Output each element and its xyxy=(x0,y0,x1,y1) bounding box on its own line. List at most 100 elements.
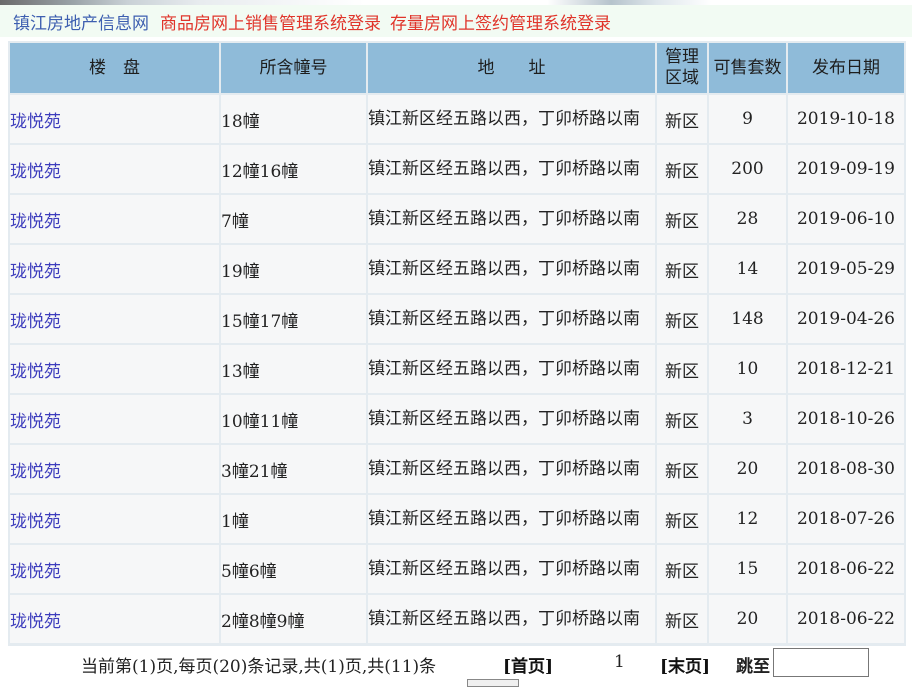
available-units: 9 xyxy=(709,95,786,143)
listing-name-cell: 珑悦苑 xyxy=(10,295,219,343)
available-units: 12 xyxy=(709,495,786,543)
publish-date: 2019-05-29 xyxy=(788,245,904,293)
listing-name-cell: 珑悦苑 xyxy=(10,345,219,393)
publish-date: 2019-04-26 xyxy=(788,295,904,343)
available-units: 10 xyxy=(709,345,786,393)
available-units: 148 xyxy=(709,295,786,343)
listing-name-link[interactable]: 珑悦苑 xyxy=(10,162,61,182)
pager: 当前第(1)页,每页(20)条记录,共(1)页,共(11)条 [首页] 1 [末… xyxy=(0,648,912,678)
jump-go-button[interactable] xyxy=(467,679,519,687)
header-address: 地 址 xyxy=(368,43,655,93)
listing-name-cell: 珑悦苑 xyxy=(10,495,219,543)
jump-to-label: 跳至 xyxy=(736,657,770,677)
address: 镇江新区经五路以西，丁卯桥路以南 xyxy=(368,445,655,493)
available-units: 3 xyxy=(709,395,786,443)
publish-date: 2018-08-30 xyxy=(788,445,904,493)
header-buildings: 所含幢号 xyxy=(221,43,366,93)
building-numbers: 2幢8幢9幢 xyxy=(221,595,366,643)
table-row: 珑悦苑 13幢 镇江新区经五路以西，丁卯桥路以南 新区 10 2018-12-21 xyxy=(10,345,904,393)
address: 镇江新区经五路以西，丁卯桥路以南 xyxy=(368,245,655,293)
management-area: 新区 xyxy=(657,545,707,593)
address: 镇江新区经五路以西，丁卯桥路以南 xyxy=(368,195,655,243)
management-area: 新区 xyxy=(657,95,707,143)
header-area: 管理区域 xyxy=(657,43,707,93)
available-units: 200 xyxy=(709,145,786,193)
publish-date: 2019-09-19 xyxy=(788,145,904,193)
listing-name-link[interactable]: 珑悦苑 xyxy=(10,262,61,282)
building-numbers: 5幢6幢 xyxy=(221,545,366,593)
building-numbers: 13幢 xyxy=(221,345,366,393)
building-numbers: 15幢17幢 xyxy=(221,295,366,343)
management-area: 新区 xyxy=(657,295,707,343)
publish-date: 2018-10-26 xyxy=(788,395,904,443)
listing-name-cell: 珑悦苑 xyxy=(10,95,219,143)
header-available: 可售套数 xyxy=(709,43,786,93)
table-row: 珑悦苑 1幢 镇江新区经五路以西，丁卯桥路以南 新区 12 2018-07-26 xyxy=(10,495,904,543)
listing-name-link[interactable]: 珑悦苑 xyxy=(10,462,61,482)
site-home-link[interactable]: 镇江房地产信息网 xyxy=(13,9,149,34)
management-area: 新区 xyxy=(657,445,707,493)
first-page-link[interactable]: [首页] xyxy=(503,652,553,677)
table-row: 珑悦苑 5幢6幢 镇江新区经五路以西，丁卯桥路以南 新区 15 2018-06-22 xyxy=(10,545,904,593)
building-numbers: 1幢 xyxy=(221,495,366,543)
available-units: 15 xyxy=(709,545,786,593)
table-row: 珑悦苑 10幢11幢 镇江新区经五路以西，丁卯桥路以南 新区 3 2018-10-26 xyxy=(10,395,904,443)
building-numbers: 10幢11幢 xyxy=(221,395,366,443)
publish-date: 2018-12-21 xyxy=(788,345,904,393)
listing-name-link[interactable]: 珑悦苑 xyxy=(10,512,61,532)
management-area: 新区 xyxy=(657,595,707,643)
listing-name-link[interactable]: 珑悦苑 xyxy=(10,612,61,632)
listing-name-cell: 珑悦苑 xyxy=(10,545,219,593)
listing-name-link[interactable]: 珑悦苑 xyxy=(10,562,61,582)
listing-table: 楼 盘 所含幢号 地 址 管理区域 可售套数 发布日期 珑悦苑 18幢 镇江新区经五… xyxy=(8,41,906,645)
table-row: 珑悦苑 2幢8幢9幢 镇江新区经五路以西，丁卯桥路以南 新区 20 2018-06-22 xyxy=(10,595,904,643)
address: 镇江新区经五路以西，丁卯桥路以南 xyxy=(368,495,655,543)
table-row: 珑悦苑 3幢21幢 镇江新区经五路以西，丁卯桥路以南 新区 20 2018-08-30 xyxy=(10,445,904,493)
listing-name-cell: 珑悦苑 xyxy=(10,395,219,443)
publish-date: 2018-06-22 xyxy=(788,545,904,593)
management-area: 新区 xyxy=(657,145,707,193)
listing-name-link[interactable]: 珑悦苑 xyxy=(10,312,61,332)
listing-name-cell: 珑悦苑 xyxy=(10,595,219,643)
table-row: 珑悦苑 19幢 镇江新区经五路以西，丁卯桥路以南 新区 14 2019-05-29 xyxy=(10,245,904,293)
publish-date: 2018-07-26 xyxy=(788,495,904,543)
address: 镇江新区经五路以西，丁卯桥路以南 xyxy=(368,295,655,343)
existing-house-contract-login-link[interactable]: 存量房网上签约管理系统登录 xyxy=(390,9,611,34)
listing-name-link[interactable]: 珑悦苑 xyxy=(10,112,61,132)
listing-name-cell: 珑悦苑 xyxy=(10,145,219,193)
pager-info: 当前第(1)页,每页(20)条记录,共(1)页,共(11)条 xyxy=(81,657,437,677)
available-units: 20 xyxy=(709,595,786,643)
table-row: 珑悦苑 18幢 镇江新区经五路以西，丁卯桥路以南 新区 9 2019-10-18 xyxy=(10,95,904,143)
listing-panel: 楼 盘 所含幢号 地 址 管理区域 可售套数 发布日期 珑悦苑 18幢 镇江新区经五… xyxy=(8,41,906,646)
current-page-number: 1 xyxy=(614,652,625,672)
listing-name-cell: 珑悦苑 xyxy=(10,445,219,493)
building-numbers: 12幢16幢 xyxy=(221,145,366,193)
listing-name-link[interactable]: 珑悦苑 xyxy=(10,412,61,432)
listing-name-link[interactable]: 珑悦苑 xyxy=(10,362,61,382)
header-name: 楼 盘 xyxy=(10,43,219,93)
address: 镇江新区经五路以西，丁卯桥路以南 xyxy=(368,95,655,143)
publish-date: 2019-10-18 xyxy=(788,95,904,143)
management-area: 新区 xyxy=(657,495,707,543)
available-units: 20 xyxy=(709,445,786,493)
table-header-row: 楼 盘 所含幢号 地 址 管理区域 可售套数 发布日期 xyxy=(10,43,904,93)
table-row: 珑悦苑 7幢 镇江新区经五路以西，丁卯桥路以南 新区 28 2019-06-10 xyxy=(10,195,904,243)
address: 镇江新区经五路以西，丁卯桥路以南 xyxy=(368,395,655,443)
building-numbers: 7幢 xyxy=(221,195,366,243)
management-area: 新区 xyxy=(657,345,707,393)
jump-page-input[interactable] xyxy=(773,648,869,677)
last-page-link[interactable]: [末页] xyxy=(660,652,710,677)
header-date: 发布日期 xyxy=(788,43,904,93)
address: 镇江新区经五路以西，丁卯桥路以南 xyxy=(368,545,655,593)
management-area: 新区 xyxy=(657,395,707,443)
table-row: 珑悦苑 15幢17幢 镇江新区经五路以西，丁卯桥路以南 新区 148 2019-04-26 xyxy=(10,295,904,343)
available-units: 28 xyxy=(709,195,786,243)
new-house-sales-login-link[interactable]: 商品房网上销售管理系统登录 xyxy=(160,9,381,34)
publish-date: 2019-06-10 xyxy=(788,195,904,243)
building-numbers: 19幢 xyxy=(221,245,366,293)
building-numbers: 3幢21幢 xyxy=(221,445,366,493)
top-nav-bar: 镇江房地产信息网 商品房网上销售管理系统登录 存量房网上签约管理系统登录 xyxy=(0,5,912,37)
publish-date: 2018-06-22 xyxy=(788,595,904,643)
address: 镇江新区经五路以西，丁卯桥路以南 xyxy=(368,595,655,643)
listing-name-link[interactable]: 珑悦苑 xyxy=(10,212,61,232)
